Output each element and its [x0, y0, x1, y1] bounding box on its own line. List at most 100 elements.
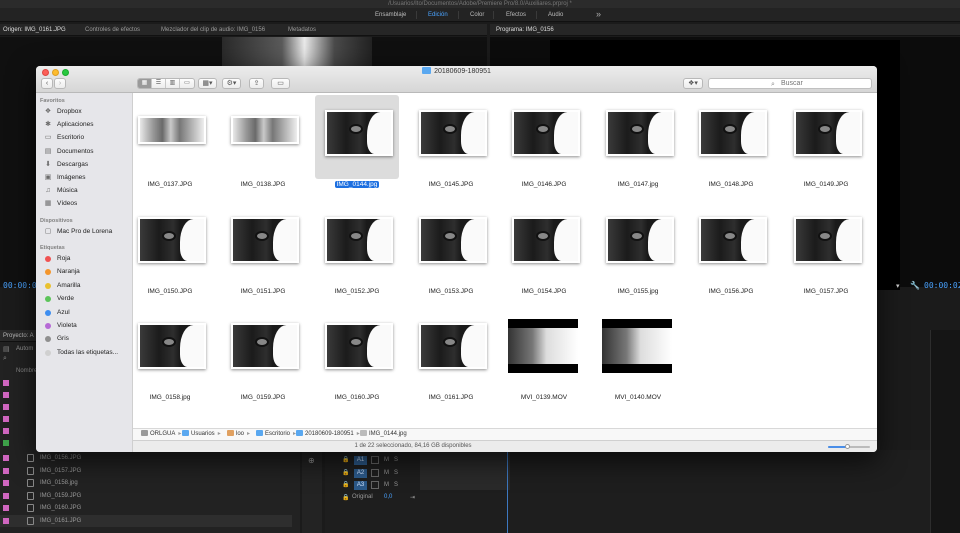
- sidebar-item-musica[interactable]: ♫ Música: [42, 185, 130, 197]
- file-item[interactable]: IMG_0146.JPG: [502, 95, 594, 195]
- file-item[interactable]: IMG_0145.JPG: [409, 95, 501, 195]
- file-name[interactable]: IMG_0138.JPG: [213, 180, 313, 189]
- file-name[interactable]: IMG_0156.JPG: [681, 287, 781, 296]
- project-file-row[interactable]: IMG_0160.JPG: [0, 502, 292, 514]
- list-view-icon[interactable]: ☰: [152, 79, 166, 88]
- file-name[interactable]: IMG_0147.jpg: [588, 180, 688, 189]
- file-item[interactable]: MVI_0140.MOV: [596, 308, 688, 408]
- voice-over-icon[interactable]: [371, 481, 379, 489]
- image-thumbnail[interactable]: [606, 110, 674, 156]
- sidebar-item-device[interactable]: ▢ Mac Pro de Lorena: [42, 226, 130, 238]
- video-thumbnail[interactable]: [602, 319, 672, 373]
- file-name[interactable]: IMG_0159.JPG: [213, 393, 313, 402]
- workspace-efectos[interactable]: Efectos: [506, 10, 526, 20]
- file-name[interactable]: IMG_0146.JPG: [494, 180, 594, 189]
- edit-tags-button[interactable]: ▭: [271, 78, 290, 89]
- file-item[interactable]: IMG_0158.jpg: [128, 308, 220, 408]
- mute-button[interactable]: M: [384, 456, 389, 465]
- path-segment[interactable]: loo ▸: [227, 429, 250, 440]
- sidebar-tag[interactable]: Amarilla: [42, 280, 130, 292]
- sidebar-item-imagenes[interactable]: ▣ Imágenes: [42, 172, 130, 184]
- sidebar-tag[interactable]: Roja: [42, 253, 130, 265]
- icon-size-knob[interactable]: [844, 444, 850, 449]
- file-name[interactable]: IMG_0153.JPG: [401, 287, 501, 296]
- lock-icon[interactable]: 🔒: [342, 456, 349, 464]
- sidebar-tag[interactable]: Gris: [42, 333, 130, 345]
- image-thumbnail[interactable]: [419, 110, 487, 156]
- image-thumbnail[interactable]: [699, 217, 767, 263]
- search-input[interactable]: [781, 79, 869, 88]
- sidebar-item-aplicaciones[interactable]: ✱ Aplicaciones: [42, 119, 130, 131]
- sidebar-tag[interactable]: Azul: [42, 307, 130, 319]
- cover-flow-icon[interactable]: ▭: [180, 79, 194, 88]
- path-segment[interactable]: 20180609-180951 ▸: [296, 429, 360, 440]
- image-thumbnail[interactable]: [325, 323, 393, 369]
- tab-audio-clip-mixer[interactable]: Mezclador del clip de audio: IMG_0156: [161, 26, 265, 34]
- file-item[interactable]: IMG_0153.JPG: [409, 202, 501, 302]
- track-target-button[interactable]: A2: [354, 468, 367, 478]
- sidebar-tag[interactable]: Naranja: [42, 266, 130, 278]
- file-item[interactable]: IMG_0152.JPG: [315, 202, 407, 302]
- voice-over-icon[interactable]: [371, 456, 379, 464]
- image-thumbnail[interactable]: [231, 217, 299, 263]
- workspace-ensamblaje[interactable]: Ensamblaje: [375, 10, 406, 20]
- path-segment[interactable]: Usuarios ▸: [182, 429, 221, 440]
- workspace-edicion[interactable]: Edición: [428, 10, 448, 20]
- file-item[interactable]: IMG_0156.JPG: [689, 202, 781, 302]
- file-item[interactable]: IMG_0161.JPG: [409, 308, 501, 408]
- file-item[interactable]: IMG_0160.JPG: [315, 308, 407, 408]
- sidebar-item-videos[interactable]: ▦ Vídeos: [42, 198, 130, 210]
- image-thumbnail[interactable]: [419, 323, 487, 369]
- track-target-button[interactable]: A1: [354, 456, 367, 465]
- image-thumbnail[interactable]: [231, 116, 299, 144]
- file-item[interactable]: IMG_0157.JPG: [784, 202, 876, 302]
- file-item[interactable]: IMG_0151.JPG: [221, 202, 313, 302]
- sidebar-item-dropbox[interactable]: ❖ Dropbox: [42, 106, 130, 118]
- file-name[interactable]: IMG_0149.JPG: [776, 180, 876, 189]
- sidebar-tag[interactable]: Verde: [42, 293, 130, 305]
- dropbox-button[interactable]: ❖▾: [683, 78, 703, 89]
- file-name[interactable]: IMG_0161.JPG: [401, 393, 501, 402]
- image-thumbnail[interactable]: [325, 217, 393, 263]
- file-name[interactable]: IMG_0154.JPG: [494, 287, 594, 296]
- file-name[interactable]: IMG_0160.JPG: [307, 393, 407, 402]
- image-thumbnail[interactable]: [512, 217, 580, 263]
- file-name[interactable]: IMG_0157.JPG: [776, 287, 876, 296]
- file-name[interactable]: MVI_0139.MOV: [494, 393, 594, 402]
- wrench-icon[interactable]: 🔧: [910, 281, 920, 290]
- file-name[interactable]: IMG_0150.JPG: [120, 287, 220, 296]
- path-segment[interactable]: ORLGUA ▸: [141, 429, 181, 440]
- tab-effect-controls[interactable]: Controles de efectos: [85, 26, 140, 34]
- tab-program[interactable]: Programa: IMG_0156: [496, 26, 554, 34]
- video-thumbnail[interactable]: [508, 319, 578, 373]
- source-timecode[interactable]: 00:00:0: [3, 281, 37, 290]
- file-item[interactable]: MVI_0139.MOV: [502, 308, 594, 408]
- sidebar-item-documentos[interactable]: ▤ Documentos: [42, 146, 130, 158]
- program-timecode[interactable]: 00:00:02:: [924, 281, 960, 290]
- file-item[interactable]: IMG_0138.JPG: [221, 95, 313, 195]
- file-item[interactable]: IMG_0149.JPG: [784, 95, 876, 195]
- image-thumbnail[interactable]: [138, 116, 206, 144]
- file-item[interactable]: IMG_0155.jpg: [596, 202, 688, 302]
- file-name[interactable]: IMG_0151.JPG: [213, 287, 313, 296]
- workspace-color[interactable]: Color: [470, 10, 484, 20]
- file-name[interactable]: IMG_0155.jpg: [588, 287, 688, 296]
- sidebar-tag[interactable]: Violeta: [42, 320, 130, 332]
- file-item[interactable]: IMG_0148.JPG: [689, 95, 781, 195]
- sidebar-tag[interactable]: Todas las etiquetas...: [42, 347, 130, 359]
- search-field[interactable]: ⌕: [708, 78, 872, 89]
- image-thumbnail[interactable]: [231, 323, 299, 369]
- share-button[interactable]: ⇪: [249, 78, 264, 89]
- column-view-icon[interactable]: ▥: [166, 79, 180, 88]
- master-track-value[interactable]: 0,0: [384, 494, 392, 500]
- solo-button[interactable]: S: [394, 456, 398, 465]
- folder-icon[interactable]: ▤: [3, 345, 10, 353]
- lock-icon[interactable]: 🔒: [342, 481, 349, 489]
- file-name[interactable]: IMG_0152.JPG: [307, 287, 407, 296]
- file-item[interactable]: IMG_0154.JPG: [502, 202, 594, 302]
- mute-button[interactable]: M: [384, 481, 389, 490]
- file-item[interactable]: IMG_0144.jpg: [315, 95, 407, 195]
- image-thumbnail[interactable]: [138, 217, 206, 263]
- file-name[interactable]: IMG_0137.JPG: [120, 180, 220, 189]
- file-name[interactable]: IMG_0144.jpg: [307, 180, 407, 189]
